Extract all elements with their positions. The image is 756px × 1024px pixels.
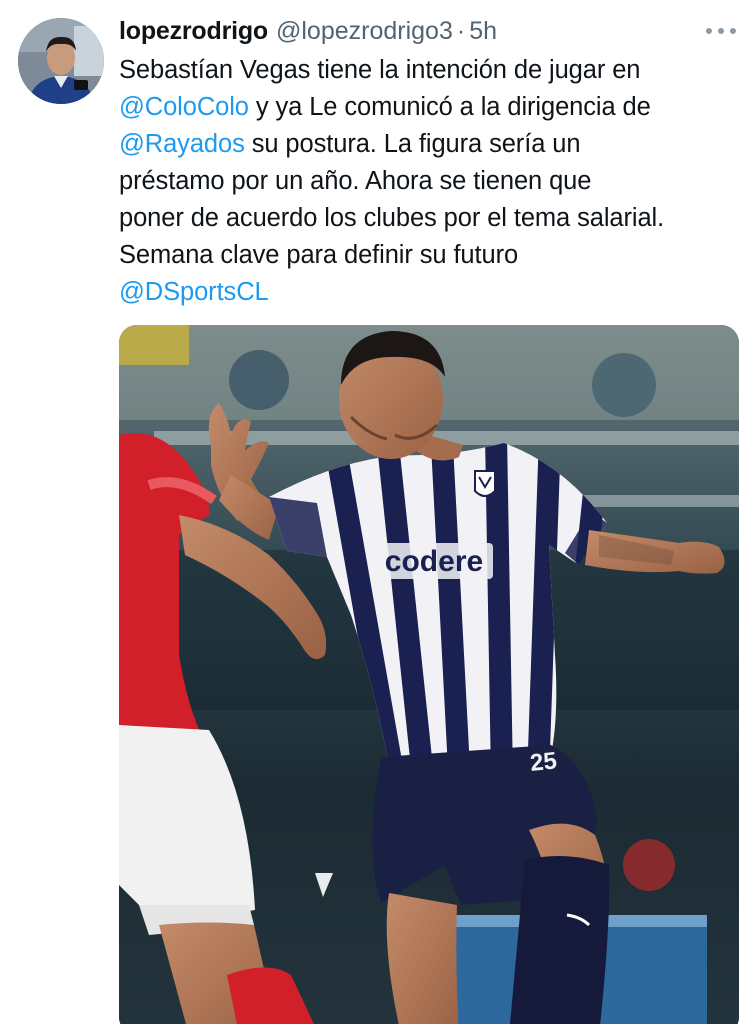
shirt-number: 25: [529, 747, 558, 777]
tweet-text-line: @ColoColo y ya Le comunicó a la dirigenc…: [119, 93, 651, 121]
tweet-media-photo[interactable]: codere 25: [119, 325, 739, 1024]
tweet-text-line: @DSportsCL: [119, 274, 739, 311]
avatar-photo: [18, 18, 104, 104]
football-player-photo: codere 25: [119, 325, 739, 1024]
tweet-text-line: préstamo por un año. Ahora se tienen que: [119, 167, 592, 195]
author-handle[interactable]: @lopezrodrigo3: [276, 14, 453, 48]
timestamp[interactable]: 5h: [469, 14, 497, 48]
tweet-header: lopezrodrigo @lopezrodrigo3 · 5h: [119, 14, 497, 48]
tweet[interactable]: lopezrodrigo @lopezrodrigo3 · 5h Sebastí…: [0, 0, 756, 1024]
ellipsis-icon: [706, 28, 712, 34]
mention-colocolo-link[interactable]: @ColoColo: [119, 93, 249, 121]
tweet-text-line: Semana clave para definir su futuro: [119, 241, 519, 269]
avatar[interactable]: [18, 18, 104, 104]
tweet-text: Sebastían Vegas tiene la intención de ju…: [119, 52, 739, 311]
mention-rayados-link[interactable]: @Rayados: [119, 130, 245, 158]
tweet-text-line: @Rayados su postura. La figura sería un: [119, 130, 581, 158]
more-options-button[interactable]: [706, 18, 736, 44]
mention-dsportscl-link[interactable]: @DSportsCL: [119, 278, 269, 306]
separator-dot: ·: [456, 17, 466, 45]
sponsor-text: codere: [385, 545, 483, 578]
tweet-text-line: Sebastían Vegas tiene la intención de ju…: [119, 56, 641, 84]
author-display-name[interactable]: lopezrodrigo: [119, 14, 268, 48]
tweet-text-line: poner de acuerdo los clubes por el tema …: [119, 204, 665, 232]
